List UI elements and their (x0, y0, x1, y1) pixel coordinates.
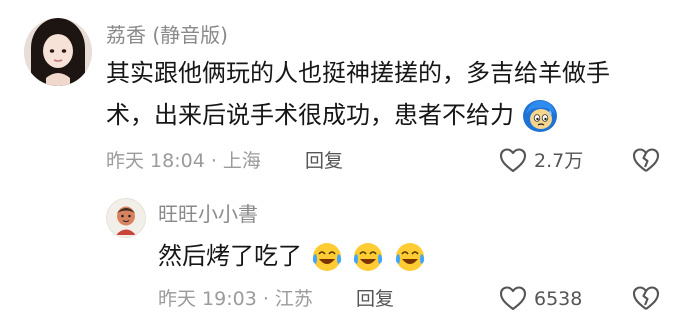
reply-like-count: 6538 (534, 288, 583, 310)
reply-avatar[interactable] (106, 198, 146, 238)
reply-button[interactable]: 回复 (305, 149, 343, 173)
tears-of-joy-emoji (351, 240, 385, 274)
like-count: 2.7万 (534, 150, 584, 172)
comment-text-line1: 其实跟他俩玩的人也挺神搓搓的，多吉给羊做手 (106, 59, 610, 87)
reply-text: 然后烤了吃了 (158, 242, 302, 270)
dislike-button[interactable] (632, 147, 660, 173)
reply-username[interactable]: 旺旺小小書 (158, 200, 258, 228)
heart-icon[interactable] (499, 285, 527, 311)
broken-heart-icon[interactable] (632, 285, 660, 311)
like-button[interactable] (499, 147, 527, 173)
tears-of-joy-emoji (310, 240, 344, 274)
comment-text-line2: 术，出来后说手术很成功，患者不给力 (106, 101, 514, 129)
reply-timestamp-location: 昨天 19:03 · 江苏 (158, 288, 313, 310)
heart-icon[interactable] (499, 147, 527, 173)
avatar[interactable] (24, 18, 92, 86)
anime-girl-sweat-emoji (522, 98, 558, 134)
reply-like-button[interactable] (499, 285, 527, 311)
broken-heart-icon[interactable] (632, 147, 660, 173)
comment-username[interactable]: 荔香 (静音版) (106, 21, 228, 49)
reply-dislike-button[interactable] (632, 285, 660, 311)
comment-timestamp-location: 昨天 18:04 · 上海 (106, 150, 261, 172)
tears-of-joy-emoji (393, 240, 427, 274)
reply-reply-button[interactable]: 回复 (356, 287, 394, 311)
